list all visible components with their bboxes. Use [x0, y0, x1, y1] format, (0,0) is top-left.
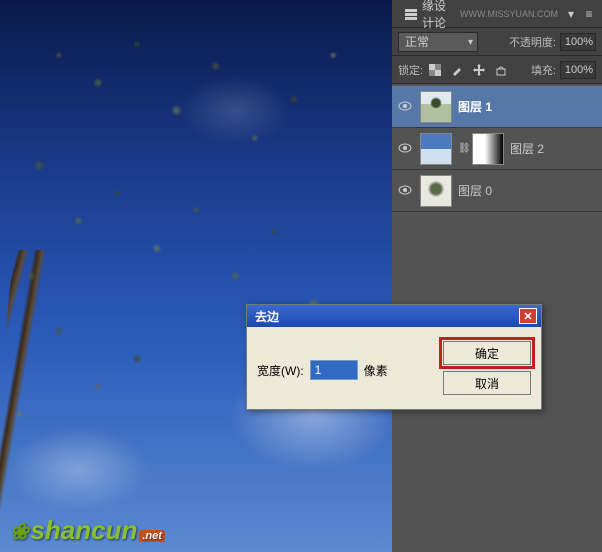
- lock-icons-group: [427, 62, 509, 78]
- dialog-buttons: 确定 取消: [443, 341, 531, 395]
- close-icon: ✕: [523, 310, 532, 323]
- dialog-body: 宽度(W): 像素 确定 取消: [247, 327, 541, 409]
- watermark-text: shancun: [30, 515, 137, 546]
- blend-mode-select[interactable]: 正常: [398, 32, 478, 52]
- visibility-toggle-icon[interactable]: [396, 184, 414, 198]
- visibility-toggle-icon[interactable]: [396, 100, 414, 114]
- layer-row[interactable]: 图层 0: [392, 170, 602, 212]
- leaf-icon: ❀: [10, 519, 28, 545]
- layer-name: 图层 0: [458, 182, 492, 199]
- fill-input[interactable]: 100%: [560, 61, 596, 79]
- lock-transparent-icon[interactable]: [427, 62, 443, 78]
- layer-mask-thumbnail[interactable]: [472, 133, 504, 165]
- canvas-preview: [0, 0, 392, 552]
- layer-row[interactable]: ⛓ 图层 2: [392, 128, 602, 170]
- close-button[interactable]: ✕: [519, 308, 537, 324]
- ok-button[interactable]: 确定: [443, 341, 531, 365]
- layer-thumbnail[interactable]: [420, 133, 452, 165]
- unit-label: 像素: [364, 362, 388, 379]
- defringe-dialog: 去边 ✕ 宽度(W): 像素 确定 取消: [246, 304, 542, 410]
- watermark-logo: ❀ shancun .net: [10, 515, 165, 546]
- layer-name: 图层 2: [510, 140, 544, 157]
- dialog-titlebar[interactable]: 去边 ✕: [247, 305, 541, 327]
- tree-trunk-graphic: [0, 250, 193, 552]
- layer-thumbnail[interactable]: [420, 91, 452, 123]
- layers-panel: 类 思缘设计论坛 WWW.MISSYUAN.COM ▾ ≡ 正常 不透明度: 1…: [392, 0, 602, 552]
- opacity-label: 不透明度:: [509, 34, 556, 50]
- layers-icon: [404, 7, 418, 21]
- layer-row[interactable]: 图层 1: [392, 86, 602, 128]
- menu-icon[interactable]: ≡: [582, 7, 596, 21]
- blend-mode-row: 正常 不透明度: 100%: [392, 28, 602, 56]
- width-label: 宽度(W):: [257, 362, 304, 379]
- lock-all-icon[interactable]: [493, 62, 509, 78]
- fill-label: 填充:: [531, 62, 556, 78]
- layers-list: 图层 1 ⛓ 图层 2 图层 0: [392, 84, 602, 212]
- layer-name: 图层 1: [458, 98, 492, 115]
- dialog-title: 去边: [255, 308, 279, 325]
- mask-link-icon[interactable]: ⛓: [458, 143, 466, 154]
- watermark-url: WWW.MISSYUAN.COM: [460, 9, 558, 19]
- panel-header: 类 思缘设计论坛 WWW.MISSYUAN.COM ▾ ≡: [392, 0, 602, 28]
- lock-move-icon[interactable]: [471, 62, 487, 78]
- opacity-input[interactable]: 100%: [560, 33, 596, 51]
- watermark-badge: .net: [139, 530, 165, 542]
- lock-brush-icon[interactable]: [449, 62, 465, 78]
- dropdown-icon[interactable]: ▾: [564, 7, 578, 21]
- layer-thumbnail[interactable]: [420, 175, 452, 207]
- lock-label: 锁定:: [398, 62, 423, 78]
- visibility-toggle-icon[interactable]: [396, 142, 414, 156]
- cancel-button[interactable]: 取消: [443, 371, 531, 395]
- dialog-inputs: 宽度(W): 像素: [257, 341, 433, 395]
- width-input[interactable]: [310, 360, 358, 380]
- panel-header-icons: ▾ ≡: [564, 7, 596, 21]
- lock-row: 锁定: 填充: 100%: [392, 56, 602, 84]
